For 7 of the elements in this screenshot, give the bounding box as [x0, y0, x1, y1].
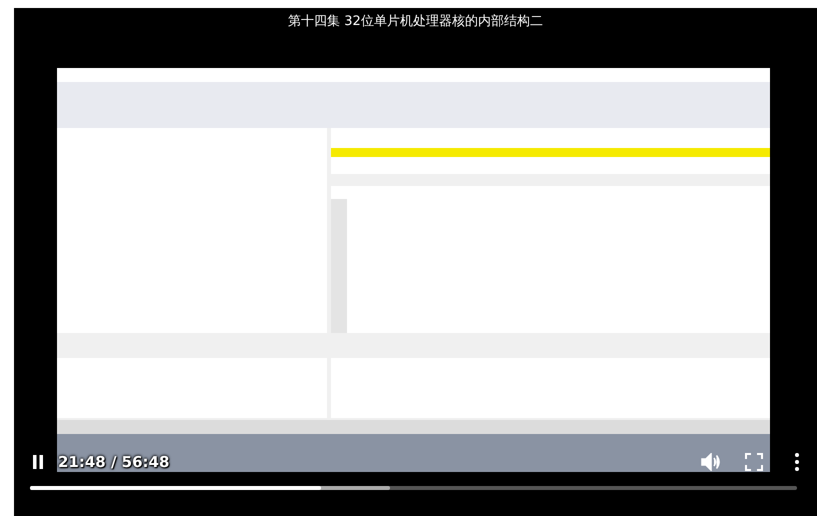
- pause-button[interactable]: [30, 453, 46, 471]
- more-icon[interactable]: [795, 453, 799, 471]
- volume-icon[interactable]: [701, 453, 721, 471]
- fullscreen-icon[interactable]: [745, 453, 763, 471]
- progress-bar[interactable]: [30, 486, 797, 490]
- video-title: 第十四集 32位单片机处理器核的内部结构二: [287, 13, 544, 30]
- time-display: 21:48 / 56:48: [58, 453, 170, 471]
